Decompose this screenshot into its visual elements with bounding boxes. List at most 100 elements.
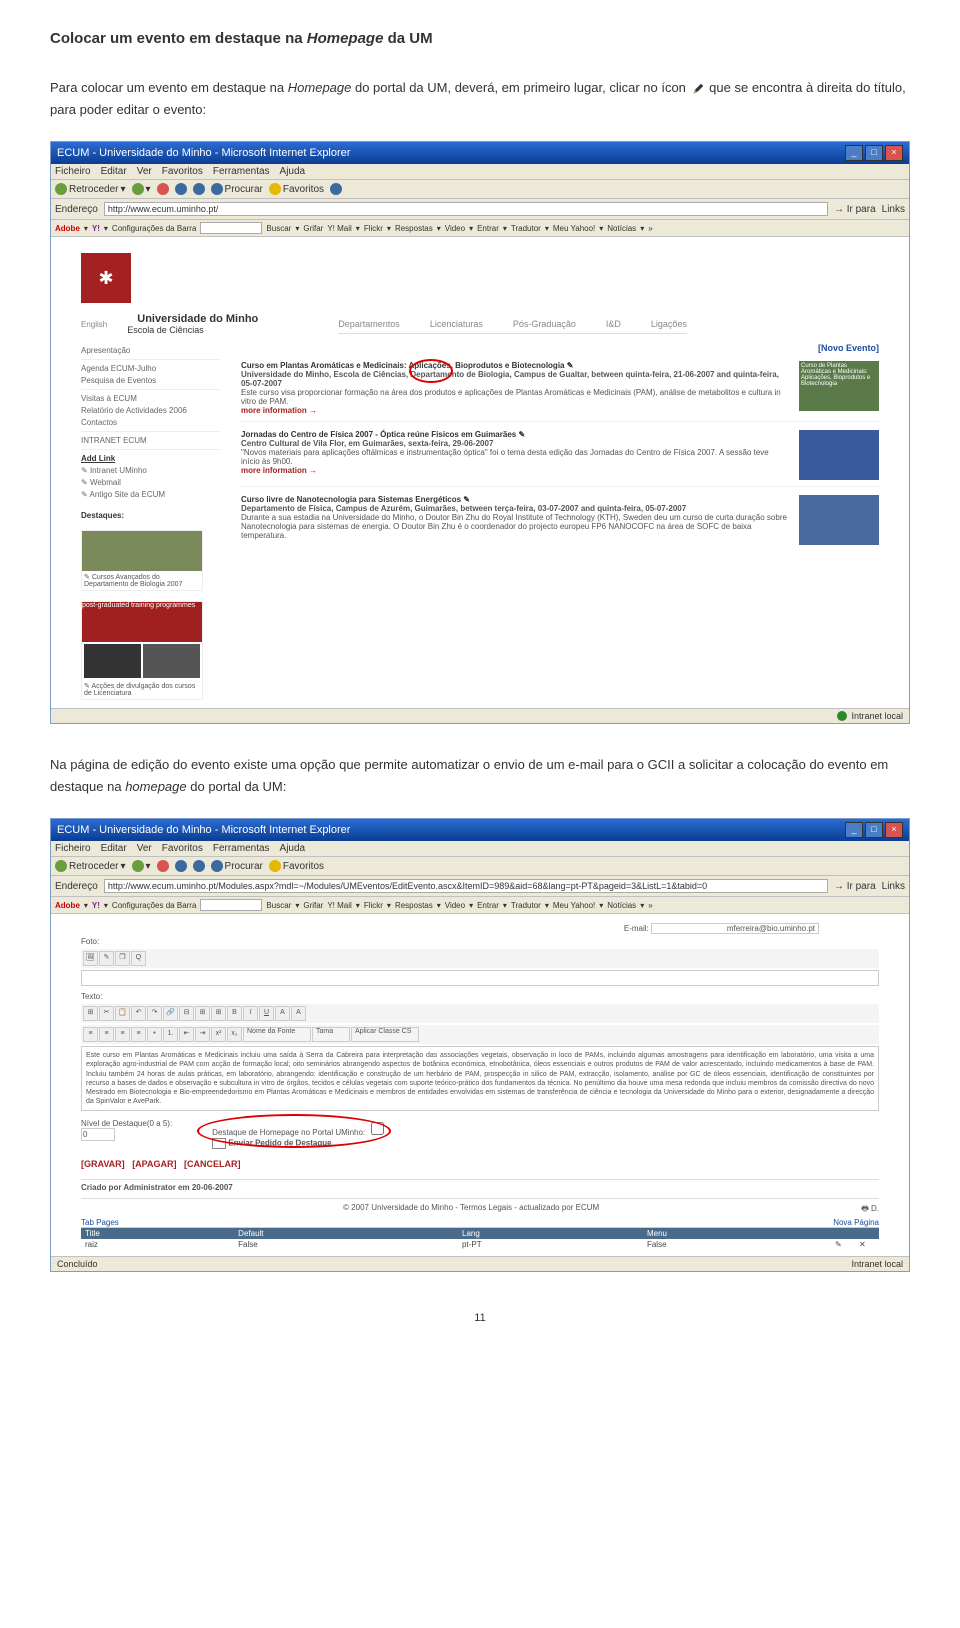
forward-button[interactable]: ▾	[132, 860, 151, 872]
rt-button[interactable]: ✂	[99, 1006, 114, 1021]
yahoo-item[interactable]: Configurações da Barra	[112, 224, 197, 233]
class-select[interactable]: Aplicar Classe CS	[351, 1027, 419, 1042]
sidebar-item[interactable]: Visitas à ECUM	[81, 394, 221, 403]
yahoo-item[interactable]: Buscar	[266, 224, 291, 233]
rt-button[interactable]: Q	[131, 951, 146, 966]
nav-item[interactable]: Licenciaturas	[430, 319, 483, 329]
event-title[interactable]: Curso em Plantas Aromáticas e Medicinais…	[241, 361, 789, 370]
rt-button[interactable]: ↷	[147, 1006, 162, 1021]
yahoo-search-input[interactable]	[200, 899, 262, 911]
email-input[interactable]: mferreira@bio.uminho.pt	[651, 923, 819, 934]
sup-button[interactable]: x²	[211, 1027, 226, 1042]
menu-item[interactable]: Favoritos	[162, 843, 203, 854]
menu-item[interactable]: Ficheiro	[55, 166, 91, 177]
menu-item[interactable]: Ajuda	[280, 843, 306, 854]
yahoo-item[interactable]: Flickr	[364, 224, 383, 233]
yahoo-item[interactable]: Grifar	[303, 224, 323, 233]
sidebar-item[interactable]: Apresentação	[81, 346, 221, 355]
stop-button[interactable]	[157, 183, 169, 195]
refresh-button[interactable]	[175, 860, 187, 872]
stop-button[interactable]	[157, 860, 169, 872]
back-button[interactable]: Retroceder ▾	[55, 183, 126, 195]
yahoo-item[interactable]: Grifar	[303, 901, 323, 910]
gravar-button[interactable]: [GRAVAR]	[81, 1159, 125, 1169]
yahoo-item[interactable]: Notícias	[607, 224, 636, 233]
forward-button[interactable]: ▾	[132, 183, 151, 195]
list-button[interactable]: 1.	[163, 1027, 178, 1042]
go-button[interactable]: → Ir para	[834, 881, 876, 892]
yahoo-item[interactable]: Configurações da Barra	[112, 901, 197, 910]
yahoo-item[interactable]: Tradutor	[511, 224, 541, 233]
sidebar-item[interactable]: Pesquisa de Eventos	[81, 376, 221, 385]
rt-button[interactable]: ⊟	[179, 1006, 194, 1021]
close-button[interactable]: ×	[885, 822, 903, 838]
yahoo-item[interactable]: Meu Yahoo!	[553, 901, 595, 910]
menu-item[interactable]: Editar	[101, 843, 127, 854]
sidebar-item[interactable]: Agenda ECUM-Julho	[81, 364, 221, 373]
yahoo-item[interactable]: Respostas	[395, 901, 433, 910]
apagar-button[interactable]: [APAGAR]	[132, 1159, 176, 1169]
menu-item[interactable]: Ferramentas	[213, 843, 270, 854]
sidebar-item[interactable]: Relatório de Actividades 2006	[81, 406, 221, 415]
rt-button[interactable]: 📋	[115, 1006, 130, 1021]
maximize-button[interactable]: □	[865, 145, 883, 161]
yahoo-item[interactable]: Buscar	[266, 901, 291, 910]
url-field[interactable]: http://www.ecum.uminho.pt/	[104, 202, 828, 216]
close-button[interactable]: ×	[885, 145, 903, 161]
yahoo-item[interactable]: Respostas	[395, 224, 433, 233]
sidebar-link[interactable]: Webmail	[90, 478, 121, 487]
more-info-link[interactable]: more information →	[241, 406, 317, 415]
yahoo-item[interactable]: Y! Mail	[327, 224, 351, 233]
rt-button[interactable]: I	[243, 1006, 258, 1021]
yahoo-item[interactable]: Video	[445, 901, 465, 910]
edit-row-icon[interactable]: ✎	[831, 1239, 855, 1250]
yahoo-item[interactable]: Flickr	[364, 901, 383, 910]
new-page-link[interactable]: Nova Página	[833, 1218, 879, 1227]
align-center-button[interactable]: ≡	[99, 1027, 114, 1042]
history-button[interactable]	[330, 183, 342, 195]
english-link[interactable]: English	[81, 320, 107, 329]
sidebar-item[interactable]: Contactos	[81, 418, 221, 427]
sub-button[interactable]: x₂	[227, 1027, 242, 1042]
home-button[interactable]	[193, 860, 205, 872]
font-select[interactable]: Nome da Fonte	[243, 1027, 311, 1042]
sidebar-link[interactable]: Intranet UMinho	[90, 466, 147, 475]
menu-item[interactable]: Editar	[101, 166, 127, 177]
sidebar-item[interactable]: INTRANET ECUM	[81, 436, 221, 445]
rt-button[interactable]: A	[291, 1006, 306, 1021]
menu-item[interactable]: Ver	[137, 166, 152, 177]
menu-item[interactable]: Ver	[137, 843, 152, 854]
richtext-content[interactable]: Este curso em Plantas Aromáticas e Medic…	[81, 1046, 879, 1111]
menu-item[interactable]: Ajuda	[280, 166, 306, 177]
refresh-button[interactable]	[175, 183, 187, 195]
list-button[interactable]: •	[147, 1027, 162, 1042]
yahoo-item[interactable]: Y! Mail	[327, 901, 351, 910]
menu-item[interactable]: Favoritos	[162, 166, 203, 177]
back-button[interactable]: Retroceder ▾	[55, 860, 126, 872]
cancelar-button[interactable]: [CANCELAR]	[184, 1159, 241, 1169]
event-title[interactable]: Jornadas do Centro de Física 2007 - Ópti…	[241, 430, 789, 439]
outdent-button[interactable]: ⇤	[179, 1027, 194, 1042]
new-event-link[interactable]: [Novo Evento]	[241, 343, 879, 353]
minimize-button[interactable]: _	[845, 145, 863, 161]
rt-button[interactable]: A	[275, 1006, 290, 1021]
rt-button[interactable]: ⊞	[195, 1006, 210, 1021]
more-info-link[interactable]: more information →	[241, 466, 317, 475]
align-right-button[interactable]: ≡	[115, 1027, 130, 1042]
yahoo-item[interactable]: Meu Yahoo!	[553, 224, 595, 233]
event-title[interactable]: Curso livre de Nanotecnologia para Siste…	[241, 495, 789, 504]
yahoo-item[interactable]: Video	[445, 224, 465, 233]
sidebar-link[interactable]: Antigo Site da ECUM	[89, 490, 165, 499]
rt-button[interactable]: 🔗	[163, 1006, 178, 1021]
rt-button[interactable]: U	[259, 1006, 274, 1021]
favorites-button[interactable]: Favoritos	[269, 183, 324, 195]
search-button[interactable]: Procurar	[211, 183, 263, 195]
yahoo-item[interactable]: Entrar	[477, 224, 499, 233]
yahoo-item[interactable]: Notícias	[607, 901, 636, 910]
menu-item[interactable]: Ferramentas	[213, 166, 270, 177]
rt-button[interactable]: ⊞	[211, 1006, 226, 1021]
delete-row-icon[interactable]: ✕	[855, 1239, 879, 1250]
rt-button[interactable]: B	[227, 1006, 242, 1021]
go-button[interactable]: → Ir para	[834, 204, 876, 215]
yahoo-item[interactable]: Tradutor	[511, 901, 541, 910]
